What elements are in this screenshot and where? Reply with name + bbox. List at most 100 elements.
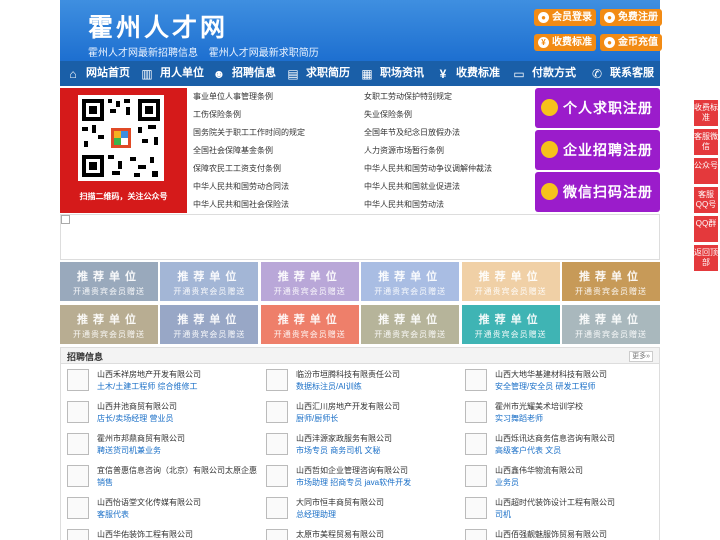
policy-link[interactable]: 中华人民共和国劳动争议调解仲裁法 xyxy=(364,163,492,174)
company-name[interactable]: 山西大地华基建材科技有限公司 xyxy=(495,369,607,380)
company-logo[interactable] xyxy=(465,529,487,540)
recommend-slot[interactable]: 推荐单位 开通贵宾会员赠送 xyxy=(60,262,158,301)
float-qq-button[interactable]: 客服QQ号 xyxy=(694,187,718,213)
nav-support[interactable]: ✆ 联系客服 xyxy=(584,61,660,86)
company-name[interactable]: 太原市美程贸易有限公司 xyxy=(296,529,384,540)
policy-link[interactable]: 中华人民共和国劳动合同法 xyxy=(193,181,289,192)
policy-link[interactable]: 人力资源市场暂行条例 xyxy=(364,145,444,156)
company-name[interactable]: 山西汇川房地产开发有限公司 xyxy=(296,401,400,412)
recharge-button[interactable]: ● 金币充值 xyxy=(600,34,662,51)
register-button[interactable]: ● 免费注册 xyxy=(600,9,662,26)
company-name[interactable]: 霍州市光耀美术培训学校 xyxy=(495,401,583,412)
job-positions[interactable]: 高级客户代表 文员 xyxy=(495,445,561,456)
policy-link[interactable]: 女职工劳动保护特别规定 xyxy=(364,91,452,102)
float-wechat-button[interactable]: 客服微信 xyxy=(694,129,718,155)
company-name[interactable]: 霍州市邦鼎商贸有限公司 xyxy=(97,433,185,444)
company-logo[interactable] xyxy=(67,433,89,455)
company-name[interactable]: 大同市恒丰商贸有限公司 xyxy=(296,497,384,508)
company-name[interactable]: 山西华佑装饰工程有限公司 xyxy=(97,529,193,540)
company-name[interactable]: 临汾市垣腾科技有限责任公司 xyxy=(296,369,400,380)
policy-link[interactable]: 失业保险条例 xyxy=(364,109,412,120)
job-positions[interactable]: 业务员 xyxy=(495,477,519,488)
job-positions[interactable]: 安全管理/安全员 研发工程师 xyxy=(495,381,595,392)
company-logo[interactable] xyxy=(266,369,288,391)
login-button[interactable]: ● 会员登录 xyxy=(534,9,596,26)
company-name[interactable]: 宜信普惠信息咨询（北京）有限公司太原企惠 xyxy=(97,465,257,476)
recommend-slot[interactable]: 推荐单位 开通贵宾会员赠送 xyxy=(361,262,460,301)
jobseeker-register-button[interactable]: 个人求职注册 xyxy=(535,88,660,128)
back-to-top-button[interactable]: 返回顶部 xyxy=(694,245,718,271)
job-positions[interactable]: 销售 xyxy=(97,477,113,488)
company-name[interactable]: 山西井池商贸有限公司 xyxy=(97,401,177,412)
company-logo[interactable] xyxy=(465,433,487,455)
recommend-slot[interactable]: 推荐单位 开通贵宾会员赠送 xyxy=(60,305,158,344)
company-logo[interactable] xyxy=(266,401,288,423)
recommend-slot[interactable]: 推荐单位 开通贵宾会员赠送 xyxy=(461,262,560,301)
company-name[interactable]: 山西怡语堂文化传媒有限公司 xyxy=(97,497,201,508)
policy-link[interactable]: 工伤保险条例 xyxy=(193,109,241,120)
nav-resumes[interactable]: ▤ 求职简历 xyxy=(280,61,354,86)
nav-news[interactable]: ▦ 职场资讯 xyxy=(354,61,430,86)
company-logo[interactable] xyxy=(67,369,89,391)
policy-link[interactable]: 中华人民共和国劳动法 xyxy=(364,199,444,210)
policy-link[interactable]: 全国社会保障基金条例 xyxy=(193,145,273,156)
company-logo[interactable] xyxy=(67,529,89,540)
recommend-slot[interactable]: 推荐单位 开通贵宾会员赠送 xyxy=(562,262,660,301)
float-official-account-button[interactable]: 公众号 xyxy=(694,158,718,184)
policy-link[interactable]: 全国年节及纪念日放假办法 xyxy=(364,127,460,138)
company-logo[interactable] xyxy=(465,401,487,423)
recommend-slot[interactable]: 推荐单位 开通贵宾会员赠送 xyxy=(562,305,660,344)
policy-link[interactable]: 中华人民共和国就业促进法 xyxy=(364,181,460,192)
float-pricing-button[interactable]: 收费标准 xyxy=(694,100,718,126)
policy-link[interactable]: 事业单位人事管理条例 xyxy=(193,91,273,102)
company-name[interactable]: 山西鑫伟华物流有限公司 xyxy=(495,465,583,476)
job-positions[interactable]: 店长/卖场经理 营业员 xyxy=(97,413,173,424)
company-logo[interactable] xyxy=(266,465,288,487)
job-positions[interactable]: 数据标注员/AI训练 xyxy=(296,381,362,392)
company-logo[interactable] xyxy=(67,497,89,519)
company-name[interactable]: 山西禾祥房地产开发有限公司 xyxy=(97,369,201,380)
nav-jobs[interactable]: ☻ 招聘信息 xyxy=(206,61,280,86)
latest-resumes-link[interactable]: 霍州人才网最新求职简历 xyxy=(209,48,319,59)
policy-link[interactable]: 中华人民共和国社会保险法 xyxy=(193,199,289,210)
nav-payment[interactable]: ▭ 付款方式 xyxy=(506,61,584,86)
more-jobs-link[interactable]: 更多» xyxy=(629,351,653,362)
company-name[interactable]: 山西哲如企业管理咨询有限公司 xyxy=(296,465,408,476)
company-name[interactable]: 山西佰强靓魅服饰贸易有限公司 xyxy=(495,529,607,540)
latest-jobs-link[interactable]: 霍州人才网最新招聘信息 xyxy=(88,48,198,59)
job-positions[interactable]: 客服代表 xyxy=(97,509,129,520)
company-logo[interactable] xyxy=(465,465,487,487)
nav-pricing[interactable]: ¥ 收费标准 xyxy=(430,61,506,86)
job-positions[interactable]: 土木/土建工程师 综合维修工 xyxy=(97,381,197,392)
job-positions[interactable]: 市场助理 招商专员 java软件开发 xyxy=(296,477,411,488)
company-logo[interactable] xyxy=(266,433,288,455)
job-positions[interactable]: 司机 xyxy=(495,509,511,520)
recommend-slot[interactable]: 推荐单位 开通贵宾会员赠送 xyxy=(461,305,560,344)
recommend-slot[interactable]: 推荐单位 开通贵宾会员赠送 xyxy=(160,305,259,344)
company-logo[interactable] xyxy=(266,497,288,519)
company-name[interactable]: 山西烁讯达商务信息咨询有限公司 xyxy=(495,433,615,444)
company-logo[interactable] xyxy=(67,465,89,487)
float-qq-group-button[interactable]: QQ群 xyxy=(694,216,718,242)
recommend-slot[interactable]: 推荐单位 开通贵宾会员赠送 xyxy=(361,305,460,344)
job-positions[interactable]: 市场专员 商务司机 文秘 xyxy=(296,445,380,456)
policy-link[interactable]: 保障农民工工资支付条例 xyxy=(193,163,281,174)
company-name[interactable]: 山西沣源家政服务有限公司 xyxy=(296,433,392,444)
employer-register-button[interactable]: 企业招聘注册 xyxy=(535,130,660,170)
recommend-slot[interactable]: 推荐单位 开通贵宾会员赠送 xyxy=(260,305,359,344)
job-positions[interactable]: 厨师/厨师长 xyxy=(296,413,338,424)
job-positions[interactable]: 总经理助理 xyxy=(296,509,336,520)
company-name[interactable]: 山西超时代装饰设计工程有限公司 xyxy=(495,497,615,508)
site-title[interactable]: 霍州人才网 xyxy=(88,8,228,44)
company-logo[interactable] xyxy=(67,401,89,423)
company-logo[interactable] xyxy=(465,497,487,519)
recommend-slot[interactable]: 推荐单位 开通贵宾会员赠送 xyxy=(160,262,259,301)
company-logo[interactable] xyxy=(266,529,288,540)
policy-link[interactable]: 国务院关于职工工作时间的规定 xyxy=(193,127,305,138)
job-positions[interactable]: 实习舞蹈老师 xyxy=(495,413,543,424)
wechat-register-button[interactable]: 微信扫码注册 xyxy=(535,172,660,212)
ad-banner[interactable] xyxy=(60,214,660,260)
job-positions[interactable]: 聘送货司机兼业务 xyxy=(97,445,161,456)
nav-employers[interactable]: ▥ 用人单位 xyxy=(134,61,206,86)
pricing-button[interactable]: ¥ 收费标准 xyxy=(534,34,596,51)
